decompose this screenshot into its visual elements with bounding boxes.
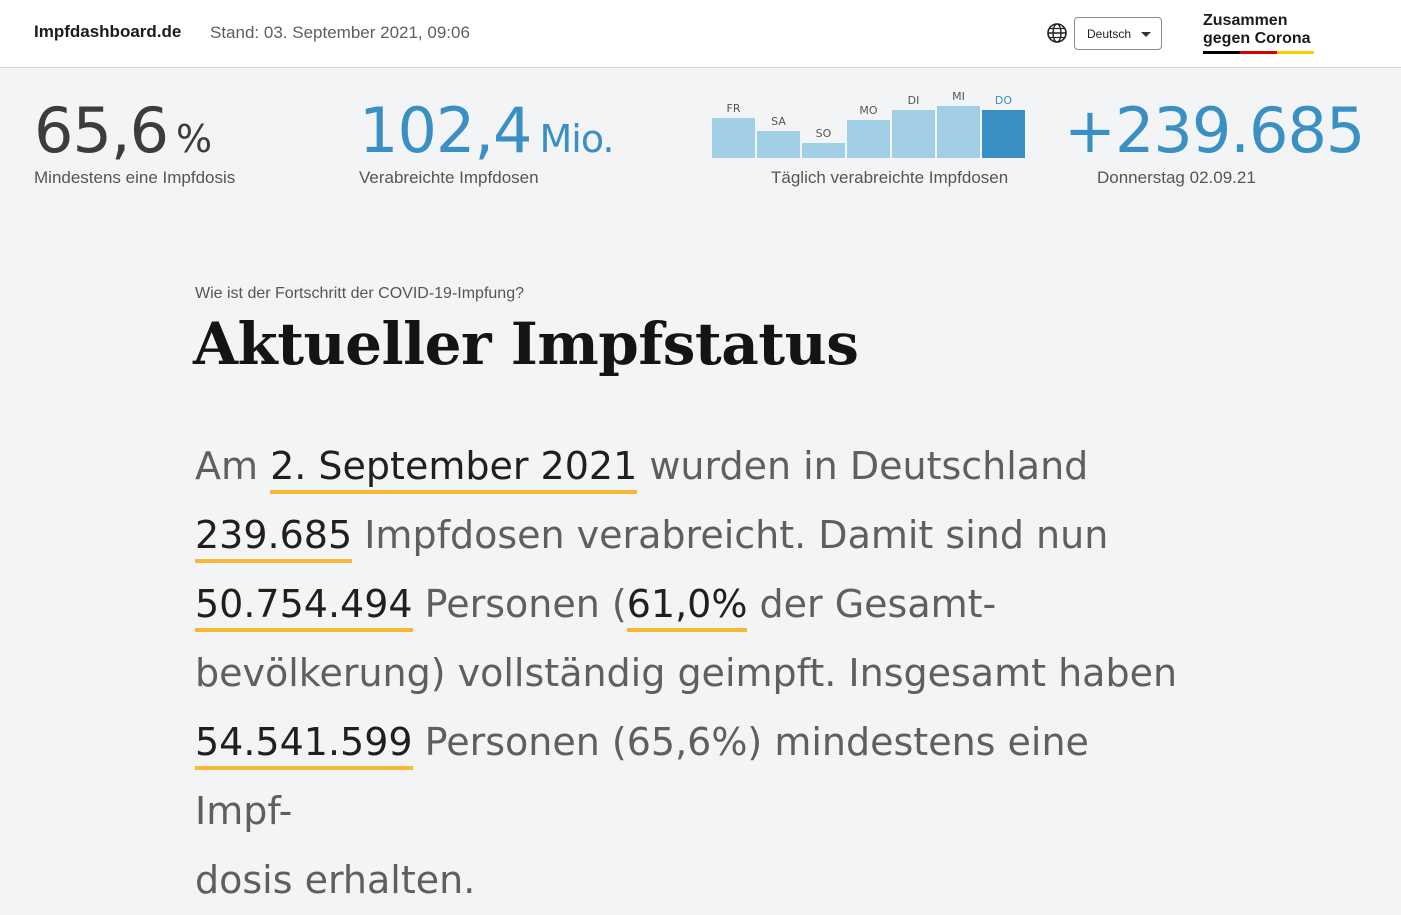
daily-bar-do[interactable] [982,110,1025,158]
daily-bar-label-fr: FR [726,102,741,115]
flag-stripe [1203,51,1314,54]
daily-bar-mi[interactable] [937,106,980,158]
daily-doses-chart[interactable]: FR SA SO MO DI MI DO [712,86,1028,158]
daily-bar-label-so: SO [815,127,832,140]
first-dose-value: 65,6 [34,94,169,167]
daily-bar-di[interactable] [892,110,935,158]
daily-bar-label-di: DI [907,94,920,107]
daily-bar-label-do: DO [994,94,1013,107]
first-dose-label: Mindestens eine Impfdosis [34,168,236,187]
daily-doses-stat: +239.685 [1064,98,1365,164]
total-doses-unit: Mio. [539,117,615,161]
daily-bar-label-mi: MI [952,90,965,103]
top-bar: Impfdashboard.de Stand: 03. September 20… [0,0,1401,68]
section-kicker: Wie ist der Fortschritt der COVID-19-Imp… [195,285,524,302]
globe-icon [1046,22,1068,44]
logo-line-1: Zusammen [1203,12,1288,29]
language-select-value: Deutsch [1087,27,1132,41]
daily-bar-label-sa: SA [771,115,786,128]
fully-vaccinated-count: 50.754.494 [195,582,413,632]
daily-bar-so[interactable] [802,143,845,158]
fully-vaccinated-percent: 61,0% [626,582,748,632]
text-fragment: Personen ( [412,582,627,626]
text-fragment: wurden in Deutschland [637,444,1089,488]
chevron-down-icon [1141,32,1151,37]
total-doses-label: Verabreichte Impfdosen [359,168,539,187]
flag-stripe-red [1240,51,1277,54]
zusammen-gegen-corona-logo[interactable]: Zusammen gegen Corona [1203,12,1315,48]
last-updated: Stand: 03. September 2021, 09:06 [210,23,470,42]
flag-stripe-gold [1277,51,1314,54]
text-fragment: der Gesamt- [747,582,997,626]
first-dose-unit: % [176,117,212,161]
status-paragraph: Am 2. September 2021 wurden in Deutschla… [195,432,1195,915]
page-title: Aktueller Impfstatus [193,310,859,378]
doses-count: 239.685 [195,513,353,563]
language-select[interactable]: Deutsch [1074,17,1162,50]
daily-doses-date: Donnerstag 02.09.21 [1097,168,1256,187]
daily-bar-sa[interactable] [757,131,800,158]
first-dose-count: 54.541.599 [195,720,413,770]
text-fragment: Am [195,444,271,488]
daily-bar-mo[interactable] [847,120,890,158]
total-doses-stat: 102,4 Mio. [359,98,615,172]
daily-chart-label: Täglich verabreichte Impfdosen [771,168,1009,187]
brand-link[interactable]: Impfdashboard.de [34,22,181,42]
daily-bar-fr[interactable] [712,118,755,158]
daily-bar-label-mo: MO [859,104,878,117]
text-fragment: bevölkerung) vollständig geimpft. Insges… [195,651,1178,695]
first-dose-stat: 65,6% [34,98,212,172]
text-fragment: dosis erhalten. [195,858,476,902]
flag-stripe-black [1203,51,1240,54]
total-doses-value: 102,4 [359,94,532,167]
report-date: 2. September 2021 [270,444,638,494]
logo-line-2: gegen Corona [1203,30,1311,47]
daily-doses-value: +239.685 [1064,94,1365,167]
text-fragment: Impfdosen verabreicht. Damit sind nun [352,513,1109,557]
